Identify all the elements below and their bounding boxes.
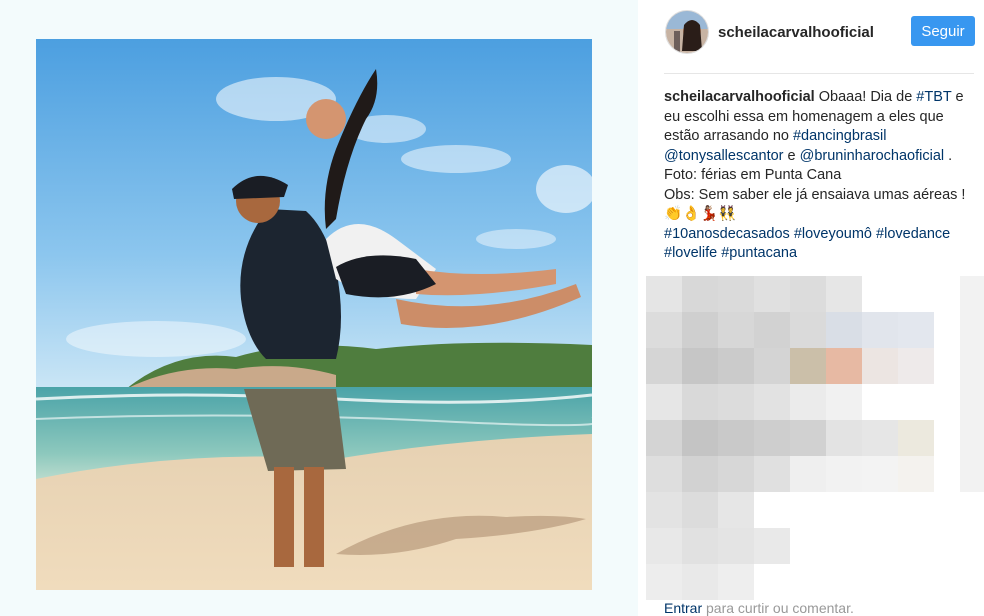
blur-tile [960,276,984,492]
blur-tile [898,420,934,456]
blurred-comments-area [646,276,984,600]
post-header: scheilacarvalhooficial Seguir [638,0,984,70]
blur-tile [898,456,934,492]
blur-tile [826,384,862,420]
blur-tile [826,456,862,492]
blur-tile [646,384,682,420]
login-prompt-text: para curtir ou comentar. [702,600,854,616]
hashtag-10anosdecasados-link[interactable]: #10anosdecasados [664,226,790,242]
blur-tile [682,456,718,492]
hashtag-loveyoumo-link[interactable]: #loveyoumô [794,226,872,242]
blur-tile [646,492,682,528]
blur-tile [682,312,718,348]
blur-tile [718,312,754,348]
post-media-pane [0,0,638,616]
blur-tile [682,276,718,312]
blur-tile [718,528,754,564]
blur-tile [898,312,934,348]
blur-tile [754,276,790,312]
post-details-pane: scheilacarvalhooficial Seguir scheilacar… [638,0,984,616]
blur-tile [682,528,718,564]
blur-tile [826,420,862,456]
blur-tile [718,492,754,528]
blur-tile [682,384,718,420]
blur-tile [646,456,682,492]
blur-tile [898,348,934,384]
login-prompt: Entrar para curtir ou comentar. [664,600,854,616]
hashtag-lovelife-link[interactable]: #lovelife [664,245,717,261]
hashtag-lovedance-link[interactable]: #lovedance [876,226,950,242]
blur-tile [718,384,754,420]
blur-tile [646,528,682,564]
blur-tile [682,420,718,456]
blur-tile [790,276,826,312]
blur-tile [862,456,898,492]
header-divider [664,73,974,74]
blur-tile [754,456,790,492]
caption-text: Obs: Sem saber ele já ensaiava umas aére… [664,186,966,223]
blur-tile [754,528,790,564]
blur-tile [682,348,718,384]
mention-tonysallescantor-link[interactable]: @tonysallescantor [664,148,784,164]
hashtag-dancingbrasil-link[interactable]: #dancingbrasil [793,128,887,144]
blur-tile [862,312,898,348]
mention-bruninharochaoficial-link[interactable]: @bruninharochaoficial [800,148,945,164]
blur-tile [646,348,682,384]
blur-tile [754,348,790,384]
blur-tile [718,276,754,312]
beach-photo-image [36,39,592,590]
post-photo[interactable] [36,39,592,590]
blur-tile [790,456,826,492]
blur-tile [754,312,790,348]
blur-tile [790,312,826,348]
blur-tile [682,564,718,600]
blur-tile [718,456,754,492]
hashtag-tbt-link[interactable]: #TBT [916,89,951,105]
blur-tile [646,312,682,348]
blur-tile [646,276,682,312]
caption-text: Obaaa! Dia de [814,89,917,105]
login-link[interactable]: Entrar [664,600,702,616]
blur-tile [718,348,754,384]
avatar-image [666,11,708,53]
follow-button[interactable]: Seguir [911,16,975,46]
blur-tile [790,348,826,384]
blur-tile [862,420,898,456]
blur-tile [646,564,682,600]
blur-tile [790,420,826,456]
blur-tile [826,276,862,312]
blur-tile [862,348,898,384]
blur-tile [754,384,790,420]
blur-tile [826,348,862,384]
post-caption: scheilacarvalhooficial Obaaa! Dia de #TB… [664,88,970,264]
caption-username[interactable]: scheilacarvalhooficial [664,89,815,105]
hashtag-puntacana-link[interactable]: #puntacana [721,245,797,261]
blur-tile [826,312,862,348]
avatar[interactable] [665,10,709,54]
blur-tile [754,420,790,456]
caption-text: e [783,147,800,164]
blur-tile [682,492,718,528]
blur-tile [790,384,826,420]
blur-tile [718,420,754,456]
blur-tile [718,564,754,600]
post-username[interactable]: scheilacarvalhooficial [718,24,874,41]
blur-tile [646,420,682,456]
